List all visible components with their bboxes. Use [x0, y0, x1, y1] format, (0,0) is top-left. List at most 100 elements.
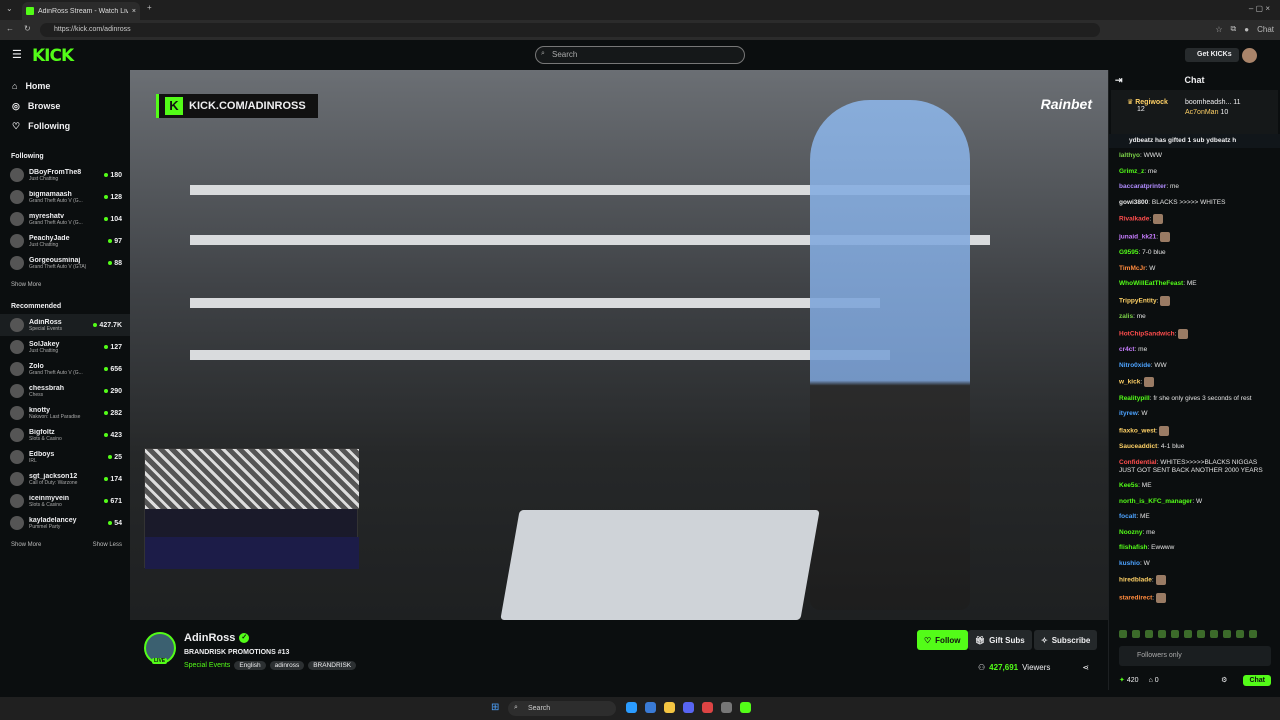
chat-username[interactable]: TrippyEntity: [1119, 297, 1157, 304]
points-display[interactable]: ✦ 420: [1119, 676, 1139, 684]
emote-icon[interactable]: [1171, 630, 1179, 638]
chat-username[interactable]: flishafish: [1119, 544, 1148, 551]
app-icon[interactable]: [702, 702, 713, 713]
kick-logo[interactable]: KICK: [32, 46, 74, 66]
chat-username[interactable]: Rivalkade: [1119, 216, 1149, 223]
follow-button[interactable]: ♡ Follow: [917, 630, 968, 650]
chat-username[interactable]: Realitypill: [1119, 395, 1150, 402]
chat-username[interactable]: Nitro0xide: [1119, 362, 1151, 369]
app-icon[interactable]: [645, 702, 656, 713]
chat-username[interactable]: Confidential: [1119, 459, 1157, 466]
chat-username[interactable]: WhoWillEatTheFeast: [1119, 280, 1183, 287]
taskbar-search[interactable]: Search: [508, 701, 616, 716]
sidebar-channel[interactable]: iceinmyvein Slots & Casino 671: [0, 490, 130, 512]
category-link[interactable]: Special Events: [184, 662, 230, 669]
back-icon[interactable]: ←: [6, 24, 14, 33]
chat-extension-label[interactable]: Chat: [1257, 25, 1274, 34]
subscribe-button[interactable]: ✧ Subscribe: [1034, 630, 1098, 650]
url-field[interactable]: https://kick.com/adinross: [40, 23, 1100, 37]
sidebar-channel[interactable]: SolJakey Just Chatting 127: [0, 336, 130, 358]
emote-bar[interactable]: [1119, 630, 1257, 638]
user-avatar[interactable]: [1242, 48, 1257, 63]
chat-username[interactable]: north_is_KFC_manager: [1119, 498, 1192, 505]
chat-username[interactable]: zalis: [1119, 313, 1133, 320]
sidebar-channel[interactable]: Bigfoltz Slots & Casino 423: [0, 424, 130, 446]
sidebar-channel[interactable]: Gorgeousminaj Grand Theft Auto V (GTA) 88: [0, 252, 130, 274]
sidebar-channel[interactable]: knotty Nakwon: Last Paradise 282: [0, 402, 130, 424]
sidebar-item-browse[interactable]: ◎ Browse: [0, 96, 130, 116]
chat-username[interactable]: hiredblade: [1119, 577, 1152, 584]
app-icon[interactable]: [626, 702, 637, 713]
reload-icon[interactable]: ↻: [24, 24, 31, 33]
chat-username[interactable]: gowi3800: [1119, 199, 1148, 206]
app-icon[interactable]: [721, 702, 732, 713]
emote-icon[interactable]: [1158, 630, 1166, 638]
chat-username[interactable]: ityrew: [1119, 410, 1138, 417]
streamer-name[interactable]: AdinRoss: [184, 632, 235, 644]
tag[interactable]: BRANDRISK: [308, 661, 357, 670]
windows-start-icon[interactable]: ⊞: [491, 702, 499, 713]
emote-icon[interactable]: [1132, 630, 1140, 638]
extensions-icon[interactable]: ⧉: [1231, 24, 1237, 34]
emote-icon[interactable]: [1223, 630, 1231, 638]
chat-username[interactable]: focalt: [1119, 513, 1136, 520]
show-more-button[interactable]: Show More: [11, 538, 41, 552]
browser-tab[interactable]: AdinRoss Stream - Watch Live ×: [22, 2, 140, 20]
chat-username[interactable]: G9595: [1119, 249, 1139, 256]
sidebar-channel[interactable]: chessbrah Chess 290: [0, 380, 130, 402]
send-chat-button[interactable]: Chat: [1243, 674, 1271, 686]
window-controls[interactable]: – ▢ ×: [1249, 4, 1270, 13]
emote-icon[interactable]: [1145, 630, 1153, 638]
sidebar-channel[interactable]: AdinRoss Special Events 427.7K: [0, 314, 130, 336]
chat-username[interactable]: Kee5s: [1119, 482, 1138, 489]
sidebar-item-home[interactable]: ⌂ Home: [0, 76, 130, 96]
chat-username[interactable]: lalthyo: [1119, 152, 1140, 159]
chat-input[interactable]: Followers only: [1119, 646, 1271, 666]
chat-username[interactable]: staredirect: [1119, 594, 1152, 601]
menu-icon[interactable]: ☰: [12, 48, 22, 61]
app-icon[interactable]: [683, 702, 694, 713]
show-less-button[interactable]: Show Less: [93, 538, 122, 552]
get-kicks-button[interactable]: Get KICKs: [1185, 48, 1239, 62]
chat-username[interactable]: TimMcJr: [1119, 265, 1146, 272]
emote-icon[interactable]: [1119, 630, 1127, 638]
app-icon[interactable]: [664, 702, 675, 713]
sidebar-channel[interactable]: Zolo Grand Theft Auto V (G... 656: [0, 358, 130, 380]
chat-username[interactable]: Sauceaddict: [1119, 443, 1157, 450]
chat-username[interactable]: junaid_kk21: [1119, 233, 1156, 240]
chat-username[interactable]: Grimz_z: [1119, 168, 1144, 175]
emote-icon[interactable]: [1236, 630, 1244, 638]
tag[interactable]: English: [234, 661, 266, 670]
sidebar-channel[interactable]: sgt_jackson12 Call of Duty: Warzone 174: [0, 468, 130, 490]
chat-username[interactable]: kushio: [1119, 560, 1140, 567]
show-more-button[interactable]: Show More: [11, 278, 41, 292]
new-tab-icon[interactable]: +: [147, 3, 152, 12]
emote-icon[interactable]: [1197, 630, 1205, 638]
gift-subs-button[interactable]: 🎁︎ Gift Subs: [968, 630, 1032, 650]
collapse-chat-icon[interactable]: ⇥: [1115, 70, 1123, 90]
sidebar-channel[interactable]: Edboys IRL 25: [0, 446, 130, 468]
search-input[interactable]: Search: [535, 46, 745, 64]
settings-icon[interactable]: ⚙: [1221, 676, 1227, 684]
tag[interactable]: adinross: [269, 661, 305, 670]
chat-username[interactable]: Noozny: [1119, 529, 1142, 536]
chat-username[interactable]: HotChipSandwich: [1119, 330, 1175, 337]
share-icon[interactable]: ⋖: [1082, 663, 1089, 672]
chat-username[interactable]: baccaratprinter: [1119, 183, 1166, 190]
chat-username[interactable]: cr4ct: [1119, 346, 1135, 353]
tab-list-icon[interactable]: ⌄: [6, 4, 13, 13]
chat-username[interactable]: flaxko_west: [1119, 427, 1156, 434]
sidebar-channel[interactable]: bigmamaash Grand Theft Auto V (G... 128: [0, 186, 130, 208]
emote-icon[interactable]: [1184, 630, 1192, 638]
sidebar-item-following[interactable]: ♡ Following: [0, 116, 130, 136]
subs-display[interactable]: ⌂ 0: [1149, 677, 1159, 684]
sidebar-channel[interactable]: kayladelancey Pummel Party 54: [0, 512, 130, 534]
video-player[interactable]: K KICK.COM/ADINROSS Rainbet: [130, 70, 1108, 620]
emote-icon[interactable]: [1249, 630, 1257, 638]
tab-close-icon[interactable]: ×: [132, 8, 136, 15]
sidebar-channel[interactable]: DBoyFromThe8 Just Chatting 180: [0, 164, 130, 186]
sidebar-channel[interactable]: myreshatv Grand Theft Auto V (G... 104: [0, 208, 130, 230]
star-icon[interactable]: ☆: [1215, 25, 1222, 34]
emote-icon[interactable]: [1210, 630, 1218, 638]
app-icon[interactable]: [740, 702, 751, 713]
